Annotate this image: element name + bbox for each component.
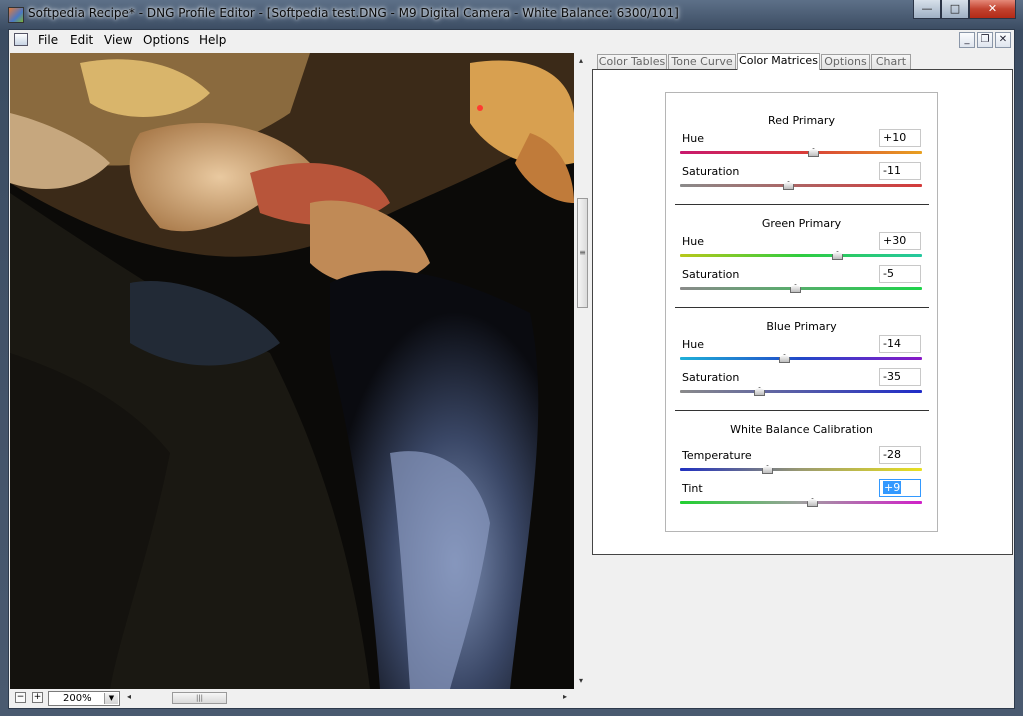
chevron-down-icon[interactable]: ▼	[104, 693, 118, 704]
tab-color-matrices[interactable]: Color Matrices	[737, 53, 820, 70]
section-divider	[675, 204, 929, 205]
temperature-slider[interactable]	[680, 465, 922, 475]
tint-label: Tint	[682, 482, 703, 495]
horizontal-scroll-thumb[interactable]: |||	[172, 692, 227, 704]
blue-saturation-label: Saturation	[682, 371, 740, 384]
maximize-button[interactable]: □	[941, 0, 969, 19]
mdi-minimize-button[interactable]: _	[959, 32, 975, 48]
red-saturation-label: Saturation	[682, 165, 740, 178]
tint-slider[interactable]	[680, 498, 922, 508]
red-saturation-value[interactable]: -11	[879, 162, 921, 180]
tab-color-tables[interactable]: Color Tables	[597, 54, 667, 69]
red-saturation-slider[interactable]	[680, 181, 922, 191]
section-title-red-primary: Red Primary	[768, 114, 835, 127]
green-hue-value[interactable]: +30	[879, 232, 921, 250]
image-preview[interactable]	[10, 53, 574, 689]
green-hue-slider-thumb[interactable]	[832, 251, 843, 260]
green-hue-slider[interactable]	[680, 251, 922, 261]
menu-file[interactable]: File	[38, 33, 58, 47]
zoom-out-button[interactable]: −	[15, 692, 26, 703]
section-divider	[675, 307, 929, 308]
section-title-green-primary: Green Primary	[761, 217, 842, 230]
tab-chart[interactable]: Chart	[871, 54, 911, 69]
mdi-restore-button[interactable]: ❐	[977, 32, 993, 48]
green-saturation-slider[interactable]	[680, 284, 922, 294]
blue-saturation-value[interactable]: -35	[879, 368, 921, 386]
red-hue-slider[interactable]	[680, 148, 922, 158]
window-title: Softpedia Recipe* - DNG Profile Editor -…	[28, 6, 679, 20]
zoom-in-button[interactable]: +	[32, 692, 43, 703]
vertical-scroll-thumb[interactable]: ≡	[577, 198, 588, 308]
section-title-white-balance: White Balance Calibration	[730, 423, 873, 436]
vertical-scrollbar[interactable]	[576, 53, 590, 689]
menu-view[interactable]: View	[104, 33, 132, 47]
green-saturation-value[interactable]: -5	[879, 265, 921, 283]
blue-hue-label: Hue	[682, 338, 705, 351]
close-button[interactable]: ✕	[969, 0, 1016, 19]
blue-hue-slider[interactable]	[680, 354, 922, 364]
green-saturation-slider-thumb[interactable]	[790, 284, 801, 293]
minimize-button[interactable]: —	[913, 0, 941, 19]
red-hue-slider-thumb[interactable]	[808, 148, 819, 157]
green-hue-label: Hue	[682, 235, 705, 248]
scroll-left-arrow[interactable]: ◂	[127, 692, 131, 701]
title-bar[interactable]: Softpedia Recipe* - DNG Profile Editor -…	[0, 0, 1023, 28]
app-icon	[8, 7, 24, 23]
temperature-slider-thumb[interactable]	[762, 465, 773, 474]
tint-slider-thumb[interactable]	[807, 498, 818, 507]
document-icon[interactable]	[14, 33, 28, 46]
red-hue-value[interactable]: +10	[879, 129, 921, 147]
tint-value[interactable]: +9	[879, 479, 921, 497]
photo-image	[10, 53, 574, 689]
zoom-select[interactable]: 200% ▼	[48, 691, 120, 706]
menu-options[interactable]: Options	[143, 33, 189, 47]
red-saturation-slider-thumb[interactable]	[783, 181, 794, 190]
blue-hue-slider-thumb[interactable]	[779, 354, 790, 363]
scroll-down-arrow[interactable]: ▾	[579, 676, 583, 685]
blue-saturation-slider[interactable]	[680, 387, 922, 397]
tab-tone-curve[interactable]: Tone Curve	[668, 54, 736, 69]
mdi-close-button[interactable]: ✕	[995, 32, 1011, 48]
green-saturation-label: Saturation	[682, 268, 740, 281]
scroll-right-arrow[interactable]: ▸	[563, 692, 567, 701]
menu-help[interactable]: Help	[199, 33, 226, 47]
scroll-up-arrow[interactable]: ▴	[579, 56, 583, 65]
temperature-value[interactable]: -28	[879, 446, 921, 464]
blue-hue-value[interactable]: -14	[879, 335, 921, 353]
menu-edit[interactable]: Edit	[70, 33, 93, 47]
section-title-blue-primary: Blue Primary	[766, 320, 837, 333]
section-divider	[675, 410, 929, 411]
blue-saturation-slider-thumb[interactable]	[754, 387, 765, 396]
red-hue-label: Hue	[682, 132, 705, 145]
temperature-label: Temperature	[682, 449, 752, 462]
tab-options[interactable]: Options	[821, 54, 870, 69]
tint-value-text: +9	[883, 481, 902, 494]
zoom-value: 200%	[63, 693, 92, 704]
